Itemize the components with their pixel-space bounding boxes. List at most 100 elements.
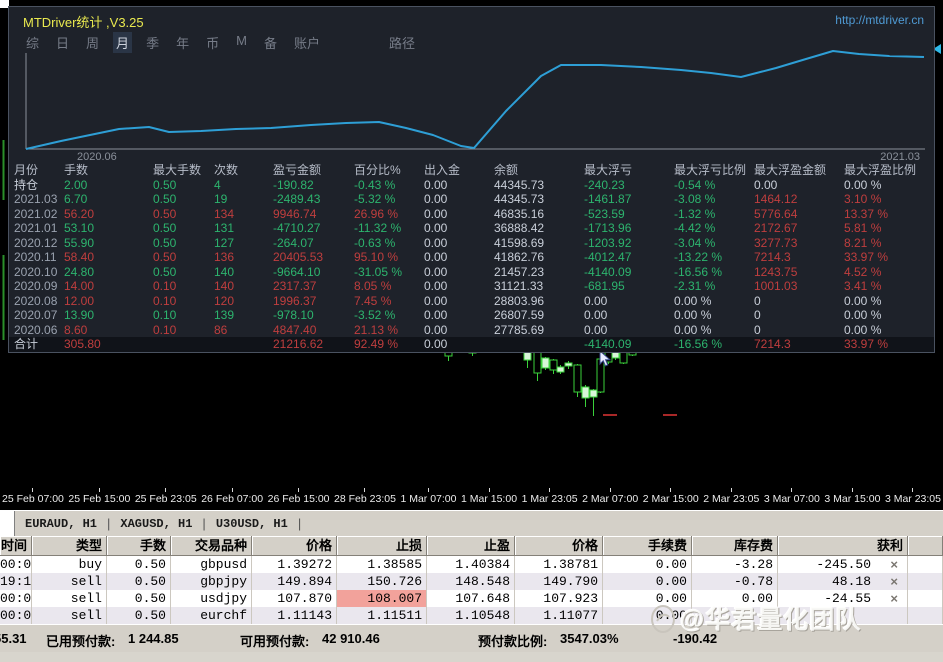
stats-cell: 2021.02 [14,206,58,221]
stats-cell: 7.45 % [354,293,392,308]
timeline-label-6: 1 Mar 07:00 [400,487,456,510]
stats-cell: 次数 [214,163,239,177]
timeline-label-text: 26 Feb 07:00 [201,493,264,505]
orders-col-header-5[interactable]: 止损 [337,536,427,556]
order-cell: 1.11143 [252,607,337,624]
stats-cell: -1203.92 [584,235,632,250]
orders-col-header-9[interactable]: 库存费 [692,536,778,556]
order-cell: 0.50 [107,556,171,573]
stats-cell: 44345.73 [494,192,545,206]
close-position-icon[interactable]: × [890,556,898,573]
chart-tab-xagusd[interactable]: XAGUSD, H1 [110,517,202,531]
stats-cell: 127 [214,235,235,250]
stats-cell: 8.60 [64,322,88,337]
timeline-tick [298,488,300,492]
stats-cell: 2020.07 [14,308,58,322]
stats-cell: 最大浮亏比例 [674,163,747,177]
stats-row-0: 持仓 2.00 0.50 4 -190.82 -0.43 % 0.00 44345.73 -24… [9,178,934,193]
stats-cell: 手数 [64,163,89,177]
orders-col-header-10[interactable]: 获利 [778,536,908,556]
order-row-2[interactable]: 00:02sell0.50usdjpy107.870108.007107.648… [0,590,943,607]
order-cell: 0.00 [603,590,692,607]
order-cell-spacer [908,607,943,624]
stats-cell: 0.50 [153,177,177,192]
stats-cell: -1461.87 [584,192,632,206]
order-cell: 0.00 [603,573,692,590]
chart-tab-u30usd[interactable]: U30USD, H1 [206,517,298,531]
stats-cell: 41862.76 [494,250,545,264]
timeline-label-7: 1 Mar 15:00 [461,487,517,510]
order-cell: 0.00 [603,607,692,624]
timeline-tick [912,488,914,492]
stats-cell: 0.50 [153,235,177,250]
stats-cell: -11.32 % [354,221,402,235]
stats-cell: 4 [214,177,221,192]
order-cell: 107.648 [427,590,515,607]
order-row-0[interactable]: 00:07buy0.50gbpusd1.392721.385851.403841… [0,556,943,573]
terminal-status-bar: 55.31 已用预付款: 1 244.85 可用预付款: 42 910.46 预… [0,624,943,652]
stats-cell: 余额 [494,163,519,177]
stats-cell: 2021.03 [14,192,58,206]
stats-row-3: 2021.01 53.10 0.50 131 -4710.27 -11.32 % 0.00 3… [9,221,934,236]
stats-cell: 53.10 [64,221,95,235]
order-cell: 0.00 [692,590,778,607]
stats-cell: 86 [214,322,228,337]
stats-row-6: 2020.10 24.80 0.50 140 -9664.10 -31.05 % 0.00 2… [9,265,934,280]
order-row-1[interactable]: 19:11sell0.50gbpjpy149.894150.726148.548… [0,573,943,590]
order-cell: sell [32,573,107,590]
orders-col-header-8[interactable]: 手续费 [603,536,692,556]
free-margin-value: 42 910.46 [322,631,380,646]
timeline-label-11: 2 Mar 23:05 [703,487,759,510]
stats-cell [153,337,214,352]
orders-col-header-6[interactable]: 止盈 [427,536,515,556]
stats-cell: 33.97 % [844,250,889,264]
stats-cell: 持仓 [14,177,39,192]
chart-tab-euraud[interactable]: EURAUD, H1 [15,517,107,531]
stats-cell: 0.10 [153,279,177,293]
timeline-tick [670,488,672,492]
stats-cell: 0.00 [424,221,448,235]
stats-cell: -16.56 % [674,264,723,279]
stats-header-row: 月份 手数 最大手数 次数 盈亏金额 百分比% 出入金 余额 最大浮亏 最大浮亏比例 最大浮盈金额 最… [9,163,934,178]
order-row-3[interactable]: 00:07sell0.50eurchf1.111431.115111.10548… [0,607,943,624]
order-cell: 107.870 [252,590,337,607]
stats-cell: 0.00 [584,293,608,308]
stats-cell: -3.52 % [354,308,396,322]
stats-row-8: 2020.08 12.00 0.10 120 1996.37 7.45 % 0.00 2880… [9,294,934,309]
stats-cell: -4710.27 [273,221,321,235]
stats-cell: -978.10 [273,308,314,322]
orders-col-header-7[interactable]: 价格 [515,536,603,556]
stats-cell: 百分比% [354,163,401,177]
stats-cell: -4.42 % [674,221,716,235]
orders-col-header-4[interactable]: 价格 [252,536,337,556]
stats-cell: 3277.73 [754,235,798,250]
order-cell-spacer [908,573,943,590]
order-cell: 0.00 [603,556,692,573]
close-position-icon[interactable]: × [890,573,898,590]
stats-cell: -0.63 % [354,235,396,250]
order-cell: 1.38781 [515,556,603,573]
stats-cell: -1.32 % [674,206,716,221]
stats-cell: 合计 [14,337,39,351]
stats-cell: 0.00 [424,206,448,221]
tab-separator: | [297,516,302,531]
stats-row-11: 合计 305.80 21216.62 92.49 % 0.00 -4140.09 -16.5… [9,337,934,352]
timeline-label-1: 25 Feb 15:00 [68,487,130,510]
stats-cell: 0 [754,293,761,308]
orders-col-header-2[interactable]: 手数 [107,536,171,556]
orders-col-header-0[interactable]: 时间 [0,536,32,556]
order-cell: 0.50 [107,607,171,624]
timeline-axis[interactable]: 25 Feb 07:00 25 Feb 15:00 25 Feb 23:05 26 F… [0,487,943,510]
stats-cell: 0.00 [424,337,448,351]
timeline-label-text: 3 Mar 15:00 [824,493,881,505]
close-position-icon[interactable]: × [890,590,898,607]
timeline-tick [609,488,611,492]
orders-col-header-1[interactable]: 类型 [32,536,107,556]
order-cell: 1.40384 [427,556,515,573]
stats-cell: 136 [214,250,235,264]
timeline-label-4: 26 Feb 15:00 [268,487,330,510]
orders-col-header-3[interactable]: 交易品种 [171,536,252,556]
stats-cell: -523.59 [584,206,625,221]
timeline-label-text: 1 Mar 07:00 [400,493,457,505]
timeline-label-3: 26 Feb 07:00 [201,487,263,510]
